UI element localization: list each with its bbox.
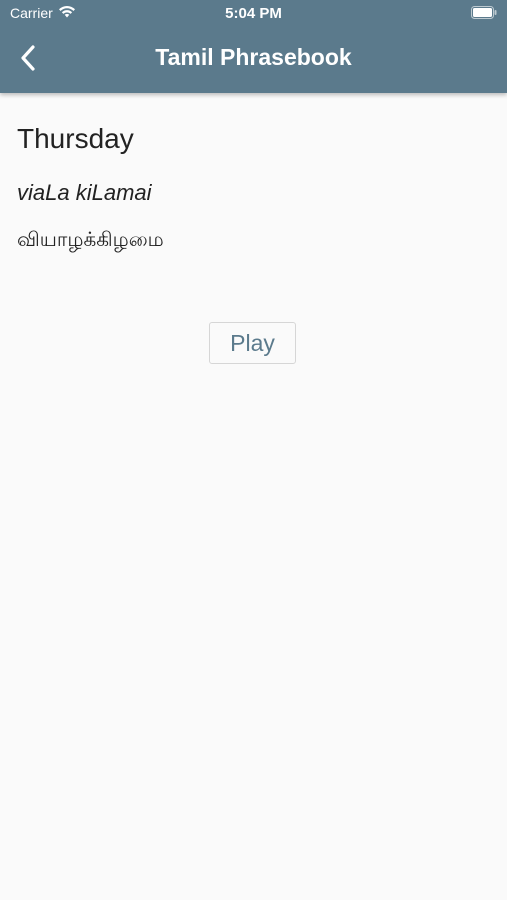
app-header: Carrier 5:04 PM Tamil Phrasebook <box>0 0 507 93</box>
status-time: 5:04 PM <box>225 5 282 22</box>
english-phrase: Thursday <box>17 123 134 154</box>
play-button[interactable]: Play <box>209 322 296 364</box>
tamil-script-text: வியாழக்கிழமை <box>17 227 164 251</box>
phrase-card: Thursday viaLa kiLamai வியாழக்கிழமை <box>17 93 490 254</box>
navigation-bar: Tamil Phrasebook <box>0 28 507 93</box>
status-bar: Carrier 5:04 PM <box>0 0 507 28</box>
battery-icon <box>471 6 497 19</box>
page-title: Tamil Phrasebook <box>155 44 352 70</box>
transliteration-text: viaLa kiLamai <box>17 180 152 205</box>
